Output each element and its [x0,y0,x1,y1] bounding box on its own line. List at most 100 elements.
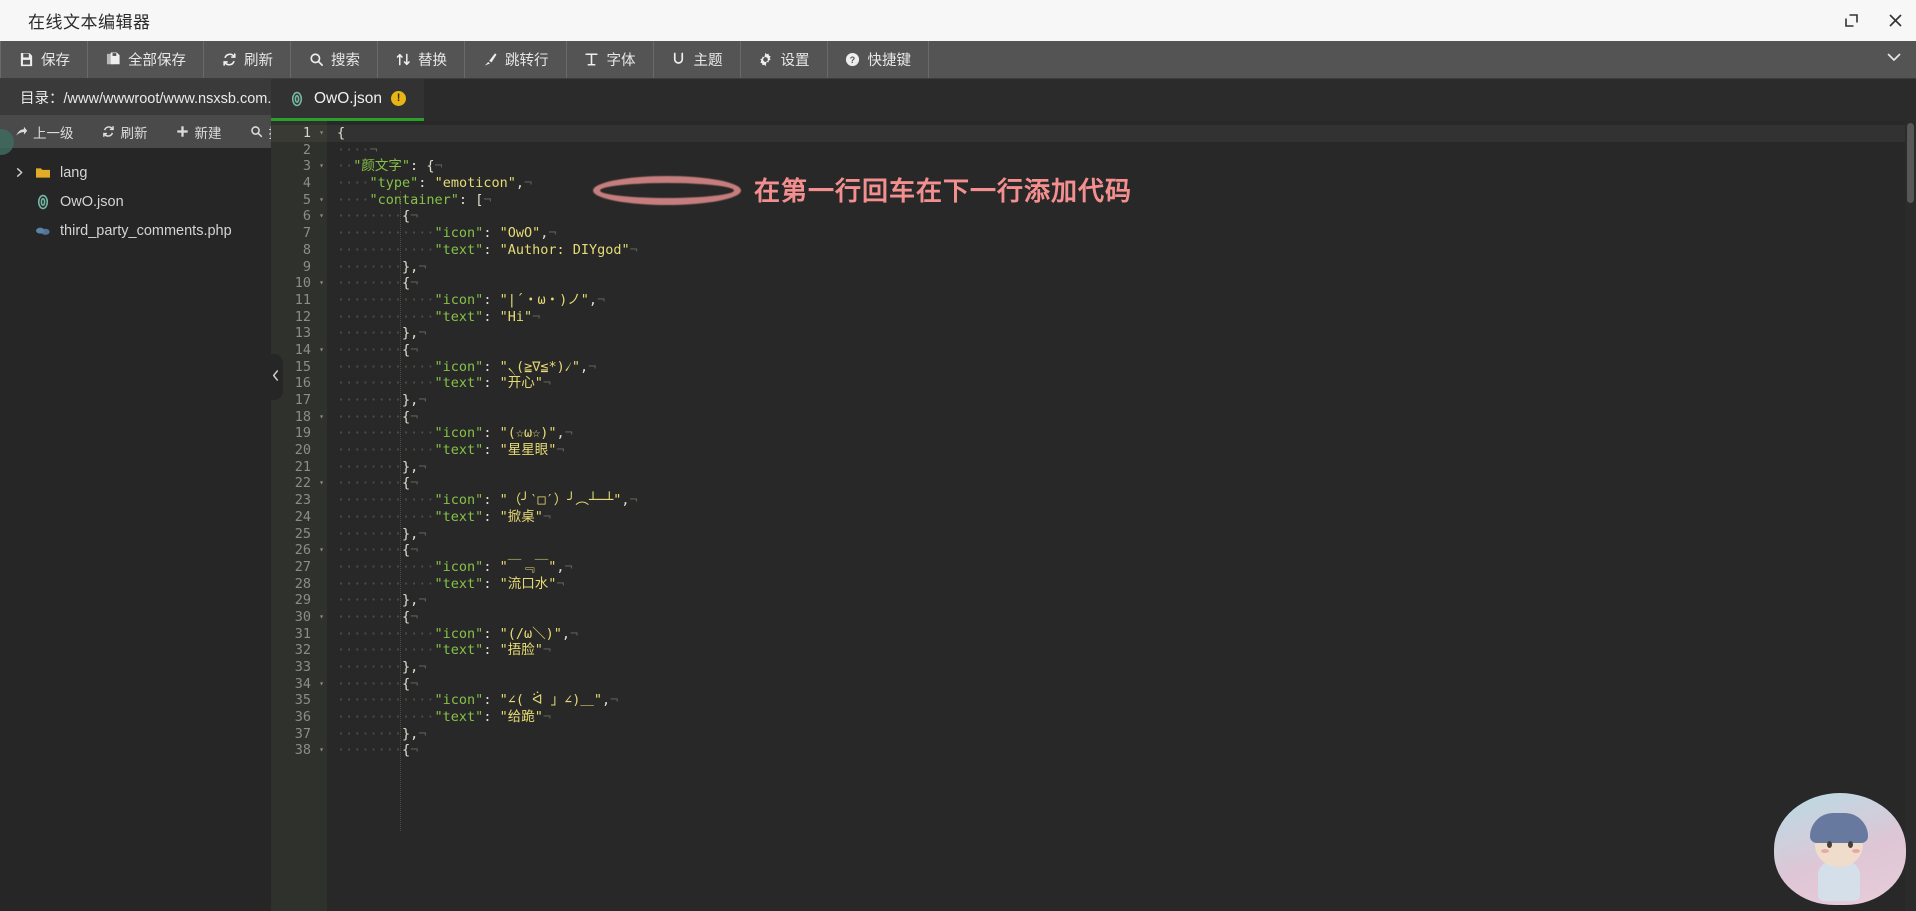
newline-marker: ¬ [548,225,557,242]
line-number: 21 [294,458,311,475]
sidebar-collapse-handle[interactable] [267,354,283,400]
toolbar-font-button[interactable]: 字体 [567,41,654,78]
line-number: 32 [294,642,311,659]
code-line[interactable]: ········},¬ [327,392,1916,409]
toolbar-settings-button[interactable]: 设置 [741,41,828,78]
editor-tab-owo-json[interactable]: OwO.json ! [271,79,425,121]
code-line[interactable]: ········{¬ [327,676,1916,693]
file-tree-item-owo-json[interactable]: OwO.json [0,187,271,216]
toolbar-collapse-button[interactable] [1872,41,1916,78]
sidebar-refresh-button[interactable]: 刷新 [88,122,162,142]
code-line[interactable]: ············"text": "Hi"¬ [327,309,1916,326]
fold-toggle-icon[interactable]: ▾ [316,279,324,287]
code-line[interactable]: ············"text": "星星眼"¬ [327,442,1916,459]
code-line[interactable]: ············"icon": "￣﹃￣",¬ [327,559,1916,576]
code-line[interactable]: ············"icon": "৲(≧∇≦*)৴",¬ [327,359,1916,376]
code-line[interactable]: ········},¬ [327,592,1916,609]
fold-toggle-icon[interactable]: ▾ [316,679,324,688]
code-line[interactable]: ············"text": "开心"¬ [327,375,1916,392]
json-punctuation: , [588,291,598,308]
code-line[interactable]: ········{¬ [327,475,1916,492]
code-line[interactable]: ············"icon": "OwO",¬ [327,225,1916,242]
code-line[interactable]: ········{¬ [327,275,1916,292]
code-line[interactable]: ············"icon": "|´・ω・)ノ",¬ [327,292,1916,309]
code-line[interactable]: ········},¬ [327,459,1916,476]
json-text [491,442,499,458]
code-line[interactable]: ········},¬ [327,726,1916,743]
toolbar-goto-line-label: 跳转行 [505,53,549,69]
code-content[interactable]: {····¬ ··"颜文字": {¬ ····"type": "emoticon",… [327,121,1916,911]
fold-toggle-icon[interactable]: ▾ [316,129,324,137]
toolbar-theme-button[interactable]: 主题 [654,41,741,78]
json-key: "icon" [434,492,484,509]
sidebar-new-button[interactable]: 新建 [162,122,236,142]
json-text [491,509,499,525]
fold-toggle-icon[interactable]: ▾ [316,412,324,421]
indent-guide [400,191,401,831]
replace-icon [395,52,411,68]
newline-marker: ¬ [556,442,565,459]
code-line[interactable]: ········{¬ [327,742,1916,759]
code-line[interactable]: ········},¬ [327,526,1916,543]
code-line[interactable]: ············"icon": "(/ω＼)",¬ [327,626,1916,643]
line-number: 5 ▾ [302,191,324,208]
code-line[interactable]: ············"icon": "∠( ᐛ 」∠)＿",¬ [327,692,1916,709]
json-key: "text" [434,442,484,459]
toolbar-search-button[interactable]: 搜索 [291,41,378,78]
code-line[interactable]: ············"icon": "（╯‵□′）╯︵┴─┴",¬ [327,492,1916,509]
code-line[interactable]: ········},¬ [327,259,1916,276]
toolbar-refresh-button[interactable]: 刷新 [204,41,291,78]
fold-toggle-icon[interactable]: ▾ [316,746,324,754]
code-line[interactable]: ········{¬ [327,208,1916,225]
code-line[interactable]: ············"text": "Author: DIYgod"¬ [327,242,1916,259]
fold-toggle-icon[interactable]: ▾ [316,345,324,354]
newline-marker: ¬ [542,642,552,659]
code-line[interactable]: ····"container": [¬ [327,192,1916,209]
code-line[interactable]: ············"text": "捂脸"¬ [327,642,1916,659]
indent-dots: ········ [337,408,403,425]
line-number: 35 [294,692,311,709]
close-window-button[interactable] [1884,10,1906,32]
editor-vertical-scrollbar[interactable] [1905,121,1916,911]
fold-toggle-icon[interactable]: ▾ [316,212,324,220]
code-line[interactable]: ········{¬ [327,342,1916,359]
code-line[interactable]: { [327,125,1916,142]
toolbar-save-button[interactable]: 保存 [0,41,88,78]
toolbar-shortcuts-button[interactable]: ? 快捷键 [828,41,929,78]
code-line[interactable]: ··"颜文字": {¬ [327,158,1916,175]
code-line[interactable]: ········{¬ [327,409,1916,426]
code-line[interactable]: ········},¬ [327,325,1916,342]
file-tree-item-third-party-comments-php[interactable]: third_party_comments.php [0,216,271,245]
fold-toggle-icon[interactable]: ▾ [316,162,324,170]
indent-dots: ········ [337,725,403,742]
toolbar-goto-line-button[interactable]: 跳转行 [465,41,567,78]
code-line[interactable]: ············"text": "掀桌"¬ [327,509,1916,526]
code-editor[interactable]: 1 ▾ 2 3 ▾ 4 5 ▾ 6 ▾ 7 8 9 10 ▾ 11 12 13 14 ▾ 15 16 17 18 ▾ 19 20 21… [271,121,1916,911]
line-number: 23 [294,492,311,509]
line-number: 13 [294,325,311,342]
chevron-right-icon[interactable] [8,167,30,178]
fold-toggle-icon[interactable]: ▾ [316,546,324,554]
json-punctuation: } [402,525,411,542]
newline-marker: ¬ [410,608,419,625]
json-punctuation: , [515,175,524,192]
toolbar-replace-button[interactable]: 替换 [378,41,465,78]
code-line[interactable]: ····"type": "emoticon",¬ [327,175,1916,192]
code-line[interactable]: ········},¬ [327,659,1916,676]
restore-window-button[interactable] [1840,10,1862,32]
file-tree-item-lang[interactable]: lang [0,158,271,187]
fold-toggle-icon[interactable]: ▾ [316,195,324,204]
fold-toggle-icon[interactable]: ▾ [316,479,324,487]
code-line[interactable]: ············"icon": "(☆ω☆)",¬ [327,425,1916,442]
toolbar-save-all-button[interactable]: 全部保存 [88,41,204,78]
code-line[interactable]: ····¬ [327,142,1916,159]
code-line[interactable]: ············"text": "给跪"¬ [327,709,1916,726]
fold-toggle-icon[interactable]: ▾ [316,612,324,621]
json-key: "颜文字" [353,158,411,175]
code-line[interactable]: ········{¬ [327,542,1916,559]
scrollbar-thumb[interactable] [1907,123,1914,203]
code-line[interactable]: ············"text": "流口水"¬ [327,576,1916,593]
code-line[interactable]: ········{¬ [327,609,1916,626]
newline-marker: ¬ [418,325,427,342]
json-string-value: "(☆ω☆)" [499,425,557,442]
